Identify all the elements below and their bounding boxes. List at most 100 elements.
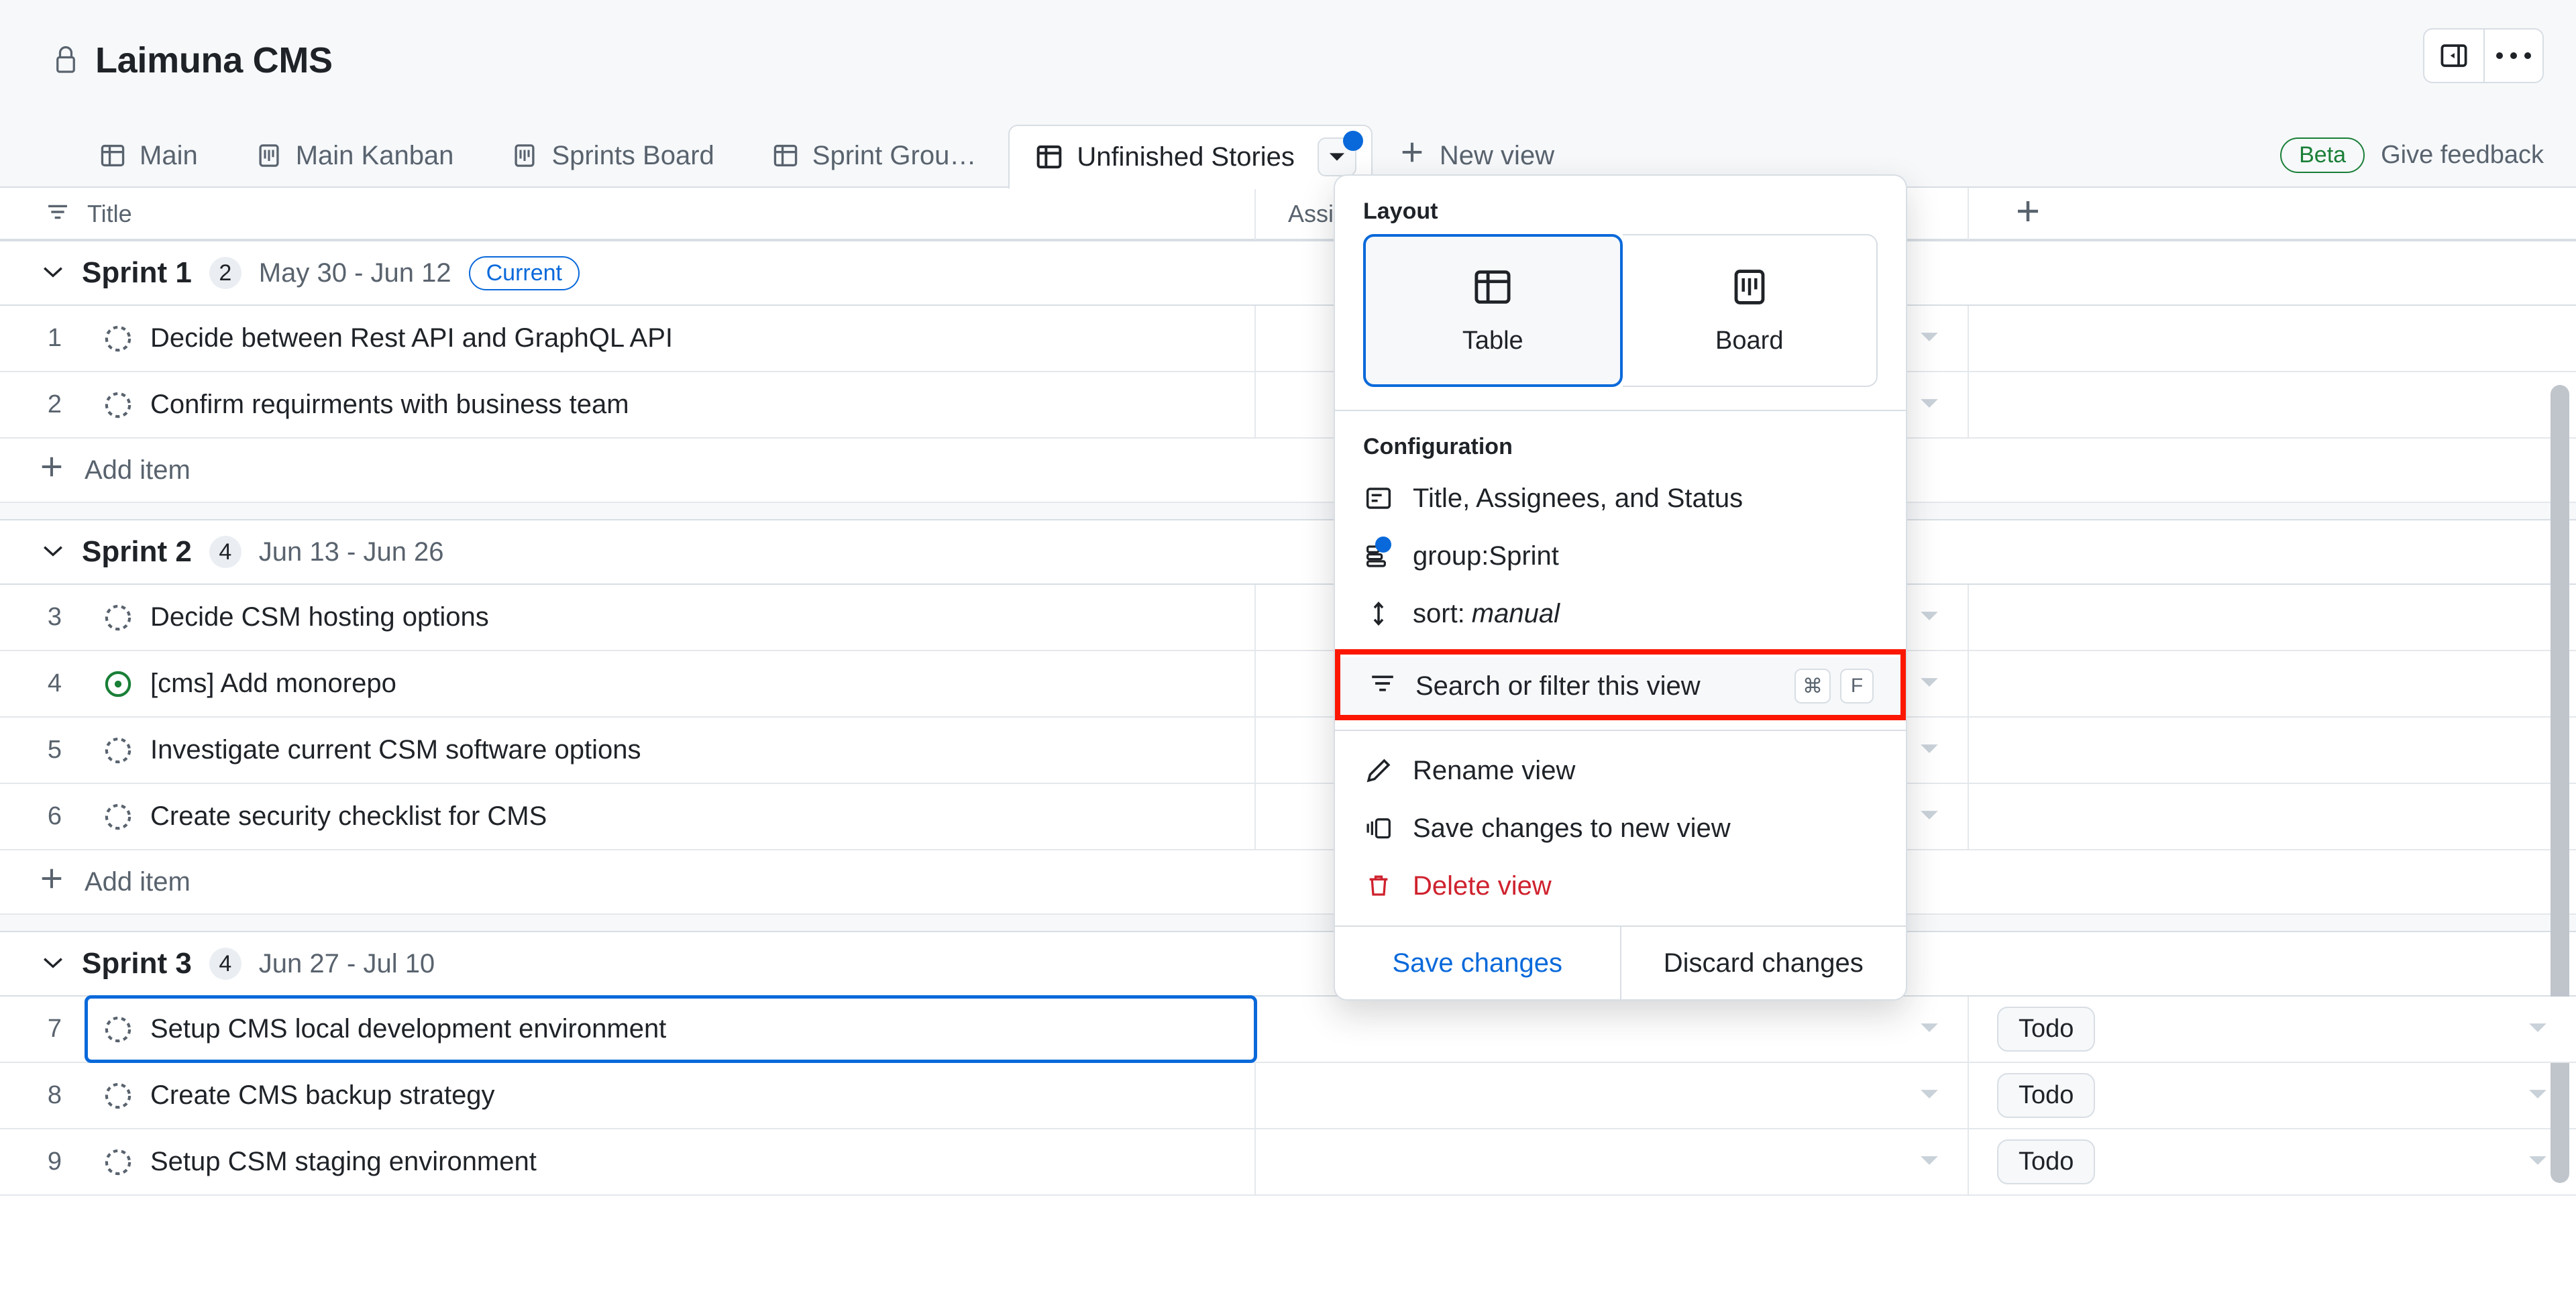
table-row[interactable]: 4 [cms] Add monorepo [0,651,2576,718]
chevron-down-icon[interactable] [1919,1154,1939,1170]
group-header-sprint-2[interactable]: Sprint 2 4 Jun 13 - Jun 26 [0,520,2576,585]
chevron-down-icon[interactable] [2528,1154,2548,1170]
highlight-box: Search or filter this view ⌘ F [1335,649,1906,720]
tab-sprints-board[interactable]: Sprints Board [486,123,739,188]
row-title-cell[interactable]: Create CMS backup strategy [86,1063,1256,1128]
discard-changes-button[interactable]: Discard changes [1621,927,1907,999]
table-column-headers: Title Assign [0,188,2576,241]
add-item-button[interactable]: Add item [0,850,2576,915]
column-header-title[interactable]: Title [0,188,1256,240]
chevron-down-icon[interactable] [1919,1087,1939,1104]
menu-item-label: group:Sprint [1413,541,1559,571]
chevron-down-icon[interactable] [2528,1087,2548,1104]
sidebar-collapse-icon[interactable] [2424,30,2483,82]
row-number: 7 [47,1015,62,1043]
save-changes-button[interactable]: Save changes [1335,927,1621,999]
table-row[interactable]: 5 Investigate current CSM software optio… [0,718,2576,784]
layout-option-table[interactable]: Table [1363,234,1623,387]
kebab-menu-icon[interactable] [2483,30,2542,82]
row-status-cell[interactable]: Todo [1969,997,2576,1062]
row-title-cell[interactable]: Confirm requirments with business team [86,372,1256,437]
group-header-sprint-3[interactable]: Sprint 3 4 Jun 27 - Jul 10 [0,932,2576,997]
view-options-menu: Layout Table Board Configuration Title, … [1334,174,1907,1001]
table-row[interactable]: 7 Setup CMS local development environmen… [0,995,2576,1063]
chevron-down-icon[interactable] [1919,396,1939,413]
chevron-down-icon[interactable] [2528,1021,2548,1037]
vertical-scrollbar[interactable] [2551,385,2569,1183]
group-count: 2 [209,257,241,289]
row-title: Create security checklist for CMS [150,801,547,831]
chevron-down-icon[interactable] [1919,1021,1939,1037]
menu-item-fields[interactable]: Title, Assignees, and Status [1335,469,1906,527]
row-assignee-cell[interactable] [1256,997,1969,1062]
menu-item-search-filter[interactable]: Search or filter this view ⌘ F [1340,657,1900,715]
tab-label: Unfinished Stories [1077,142,1295,172]
add-column-button[interactable] [1969,188,2576,240]
row-status-cell[interactable]: Todo [1969,1129,2576,1194]
row-extra-cell [1969,651,2576,716]
menu-item-sort[interactable]: sort: manual [1335,585,1906,642]
table-icon [99,142,126,169]
tab-sprint-groups[interactable]: Sprint Grou… [747,123,1002,188]
row-assignee-cell[interactable] [1256,1129,1969,1194]
chevron-down-icon[interactable] [42,955,64,973]
row-title-cell[interactable]: Investigate current CSM software options [86,718,1256,783]
table-row[interactable]: 6 Create security checklist for CMS [0,784,2576,850]
menu-item-group[interactable]: group:Sprint [1335,527,1906,585]
tab-menu-trigger[interactable] [1317,131,1363,176]
layout-option-label: Table [1462,326,1523,355]
header-actions [2423,28,2544,83]
table-row[interactable]: 2 Confirm requirments with business team [0,372,2576,439]
row-number: 4 [47,669,62,697]
chevron-down-icon[interactable] [1919,609,1939,626]
row-status-cell[interactable]: Todo [1969,1063,2576,1128]
row-assignee-cell[interactable] [1256,1063,1969,1128]
tab-main-kanban[interactable]: Main Kanban [230,123,480,188]
tab-main[interactable]: Main [74,123,223,188]
row-title: [cms] Add monorepo [150,669,396,698]
header-button-group [2423,28,2544,83]
group-separator [0,915,2576,932]
chevron-down-icon[interactable] [42,543,64,561]
row-title-cell[interactable]: Setup CSM staging environment [86,1129,1256,1194]
layout-option-board[interactable]: Board [1622,234,1878,387]
chevron-down-icon[interactable] [1919,742,1939,758]
table-row[interactable]: 1 Decide between Rest API and GraphQL AP… [0,306,2576,372]
group-header-sprint-1[interactable]: Sprint 1 2 May 30 - Jun 12 Current [0,241,2576,306]
new-view-label: New view [1439,140,1555,170]
chevron-down-icon[interactable] [1919,675,1939,692]
chevron-down-icon[interactable] [1919,808,1939,825]
chevron-down-icon[interactable] [1919,330,1939,347]
chevron-down-icon[interactable] [42,264,64,282]
row-title-cell[interactable]: Create security checklist for CMS [86,784,1256,849]
menu-item-save-to-new-view[interactable]: Save changes to new view [1335,799,1906,857]
status-badge: Beta [2280,137,2365,173]
tab-unfinished-stories[interactable]: Unfinished Stories [1008,125,1373,189]
add-item-button[interactable]: Add item [0,439,2576,503]
menu-item-value: manual [1471,598,1560,628]
sort-icon [1363,600,1394,628]
group-name: Sprint 1 [82,256,192,289]
give-feedback-link[interactable]: Give feedback [2381,141,2544,170]
row-title-cell[interactable]: Decide between Rest API and GraphQL API [86,306,1256,371]
row-title-cell[interactable]: Decide CSM hosting options [86,585,1256,650]
table-row[interactable]: 9 Setup CSM staging environment Todo [0,1129,2576,1196]
row-extra-cell [1969,585,2576,650]
filter-icon [46,200,70,228]
table-row[interactable]: 8 Create CMS backup strategy Todo [0,1063,2576,1129]
row-title: Decide CSM hosting options [150,602,489,632]
table-icon [1472,266,1513,315]
row-title-cell[interactable]: [cms] Add monorepo [86,651,1256,716]
unsaved-changes-dot [1342,131,1363,151]
row-number: 3 [47,603,62,631]
plus-icon [1399,139,1425,172]
menu-item-rename-view[interactable]: Rename view [1335,742,1906,799]
status-badge: Todo [1997,1073,2096,1118]
fields-icon [1363,484,1394,512]
table-row[interactable]: 3 Decide CSM hosting options [0,585,2576,651]
table-icon [1035,143,1063,171]
status-badge: Todo [1997,1139,2096,1184]
feedback-group: Beta Give feedback [2280,137,2544,173]
row-title-cell[interactable]: Setup CMS local development environment [85,995,1257,1063]
menu-item-delete-view[interactable]: Delete view [1335,857,1906,915]
